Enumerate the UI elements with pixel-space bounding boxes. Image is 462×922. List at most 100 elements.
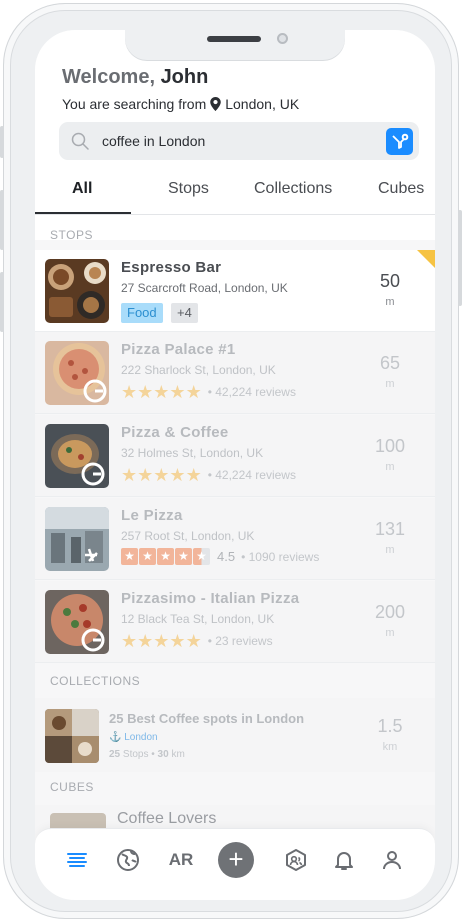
app-screen: Welcome, John You are searching from Lon… xyxy=(35,30,435,900)
yelp-star-icon: ★ xyxy=(121,548,138,565)
collection-distance: 1.5 xyxy=(377,716,403,736)
tab-all[interactable]: All xyxy=(72,180,92,198)
power-button xyxy=(458,210,462,306)
star-icon: ★ xyxy=(153,382,170,402)
stop-address: 222 Sharlock St, London, UK xyxy=(121,363,276,377)
star-icon: ★ xyxy=(185,465,202,485)
user-name: John xyxy=(160,66,209,88)
category-tag[interactable]: Food xyxy=(121,303,163,323)
speaker xyxy=(207,36,261,42)
add-button[interactable]: + xyxy=(218,842,254,878)
stop-address: 27 Scarcroft Road, London, UK xyxy=(121,281,288,295)
google-rating: ★ ★ ★ ★ ★ • 42,224 reviews xyxy=(121,465,296,485)
stop-name: Espresso Bar xyxy=(121,259,222,276)
collection-meta: 25 Stops • 30 km xyxy=(109,749,185,760)
distance-unit: m xyxy=(385,296,395,308)
ar-label: AR xyxy=(168,850,194,869)
star-icon: ★ xyxy=(137,382,154,402)
google-rating: ★ ★ ★ ★ ★ • 23 reviews xyxy=(121,631,273,651)
bottom-nav: AR + xyxy=(35,828,435,900)
collection-location-text: London xyxy=(124,732,158,743)
yelp-rating: ★ ★ ★ ★ ★ 4.5 • 1090 reviews xyxy=(121,548,319,565)
filter-button[interactable] xyxy=(386,128,413,155)
distance-unit: m xyxy=(385,627,395,639)
stop-distance: 200 xyxy=(374,602,406,622)
distance-unit: km xyxy=(382,741,398,753)
stops-count: 25 xyxy=(109,749,121,760)
collection-row[interactable]: 25 Best Coffee spots in London ⚓ London … xyxy=(35,698,435,772)
searching-from: You are searching from London, UK xyxy=(62,96,299,112)
stop-row[interactable]: Espresso Bar 27 Scarcroft Road, London, … xyxy=(35,250,435,332)
user-icon xyxy=(383,851,401,870)
stop-distance: 131 xyxy=(374,519,406,539)
stop-address: 32 Holmes St, London, UK xyxy=(121,446,264,460)
globe-icon xyxy=(117,849,139,871)
nav-notifications-button[interactable] xyxy=(329,845,359,875)
stop-row[interactable]: Pizzasimo - Italian Pizza 12 Black Tea S… xyxy=(35,581,435,663)
star-icon: ★ xyxy=(169,465,186,485)
km-value: 30 xyxy=(157,749,169,760)
volume-down-button xyxy=(0,272,4,332)
stop-name: Pizzasimo - Italian Pizza xyxy=(121,590,300,607)
tab-stops[interactable]: Stops xyxy=(168,180,209,198)
distance-unit: m xyxy=(385,461,395,473)
search-bar[interactable]: coffee in London xyxy=(59,122,419,160)
tab-cubes[interactable]: Cubes xyxy=(378,180,424,198)
section-label-collections: COLLECTIONS xyxy=(50,674,141,688)
collection-thumbnail xyxy=(45,709,99,763)
tabs-divider xyxy=(35,214,435,215)
tab-bar: All Stops Collections Cubes xyxy=(35,176,435,216)
stop-row[interactable]: Pizza & Coffee 32 Holmes St, London, UK … xyxy=(35,415,435,497)
phone-frame: Welcome, John You are searching from Lon… xyxy=(3,3,459,919)
nav-list-button[interactable] xyxy=(62,845,92,875)
nav-ar-button[interactable]: AR xyxy=(166,845,196,875)
stop-thumbnail xyxy=(45,424,109,488)
greeting: Welcome, xyxy=(62,66,155,88)
yelp-star-icon: ★ xyxy=(175,548,192,565)
cube-title: Coffee Lovers xyxy=(117,810,217,827)
more-tags-badge[interactable]: +4 xyxy=(171,303,198,323)
nav-explore-button[interactable] xyxy=(113,845,143,875)
stop-distance: 100 xyxy=(374,436,406,456)
section-label-cubes: CUBES xyxy=(50,780,94,794)
stop-name: Le Pizza xyxy=(121,507,183,524)
tab-collections[interactable]: Collections xyxy=(254,180,332,198)
star-icon: ★ xyxy=(121,465,138,485)
featured-corner-marker xyxy=(417,250,435,268)
review-count: • 42,224 reviews xyxy=(207,468,296,482)
stops-label: Stops • xyxy=(122,749,155,760)
search-icon xyxy=(71,132,89,150)
star-icon: ★ xyxy=(121,631,138,651)
location-pin-icon xyxy=(210,97,221,111)
camera xyxy=(277,33,288,44)
mute-switch xyxy=(0,126,4,158)
stop-row[interactable]: Le Pizza 257 Root St, London, UK ★ ★ ★ ★… xyxy=(35,498,435,580)
list-icon xyxy=(67,853,87,867)
star-icon: ★ xyxy=(153,631,170,651)
welcome-title: Welcome, John xyxy=(62,66,208,89)
location-link[interactable]: London, UK xyxy=(225,96,299,112)
collection-title: 25 Best Coffee spots in London xyxy=(109,711,305,726)
star-icon: ★ xyxy=(121,382,138,402)
search-input[interactable]: coffee in London xyxy=(102,133,205,149)
stop-thumbnail xyxy=(45,259,109,323)
star-icon: ★ xyxy=(185,382,202,402)
review-count: • 42,224 reviews xyxy=(207,385,296,399)
bell-icon xyxy=(335,852,353,870)
yelp-star-icon: ★ xyxy=(157,548,174,565)
yelp-star-icon: ★ xyxy=(139,548,156,565)
filter-icon xyxy=(392,133,409,149)
nav-profile-button[interactable] xyxy=(377,845,407,875)
star-icon: ★ xyxy=(169,382,186,402)
stop-row[interactable]: Pizza Palace #1 222 Sharlock St, London,… xyxy=(35,332,435,414)
nav-community-button[interactable] xyxy=(281,845,311,875)
distance-unit: m xyxy=(385,378,395,390)
community-hexagon-icon xyxy=(286,849,306,871)
section-label-stops: STOPS xyxy=(50,228,93,242)
review-count: • 23 reviews xyxy=(207,634,273,648)
stop-name: Pizza & Coffee xyxy=(121,424,229,441)
star-icon: ★ xyxy=(137,465,154,485)
star-icon: ★ xyxy=(137,631,154,651)
review-count: • 1090 reviews xyxy=(241,549,320,564)
star-icon: ★ xyxy=(185,631,202,651)
